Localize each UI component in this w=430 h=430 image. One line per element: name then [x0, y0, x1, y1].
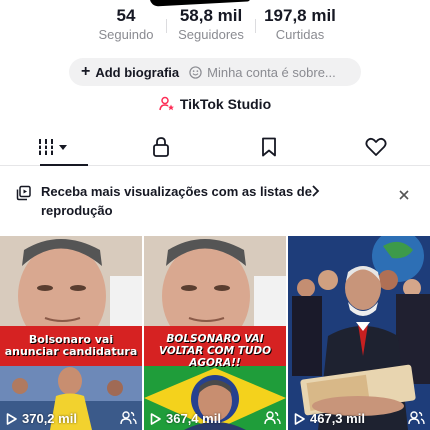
video-thumbnail[interactable]: Bolsonaro vai anunciar candidatura 370,2…: [0, 236, 142, 430]
playlist-icon: [16, 185, 31, 201]
view-count: 467,3 mil: [294, 411, 365, 426]
stat-following[interactable]: 54 Seguindo: [86, 6, 166, 44]
bio-bar: + Add biografia Minha conta é sobre...: [69, 58, 361, 86]
view-count-text: 367,4 mil: [166, 411, 221, 426]
view-count-text: 467,3 mil: [310, 411, 365, 426]
likes-count: 197,8 mil: [264, 6, 336, 25]
playlist-banner[interactable]: Receba mais visualizações com as listas …: [16, 182, 416, 222]
collab-icon: [120, 411, 137, 425]
tab-favorites[interactable]: [215, 128, 323, 165]
tiktok-studio-link[interactable]: TikTok Studio: [0, 94, 430, 114]
profile-stats: 54 Seguindo 58,8 mil Seguidores 197,8 mi…: [0, 6, 430, 44]
account-about-label: Minha conta é sobre...: [207, 64, 336, 80]
following-count: 54: [116, 6, 136, 25]
video-caption: BOLSONARO VAI VOLTAR COM TUDO AGORA!!: [144, 326, 286, 369]
lock-icon: [153, 136, 170, 157]
tab-private[interactable]: [108, 128, 216, 165]
video-thumbnail-image: [288, 236, 430, 430]
view-count: 370,2 mil: [6, 411, 77, 426]
play-icon: [6, 412, 17, 425]
video-grid: Bolsonaro vai anunciar candidatura 370,2…: [0, 236, 430, 430]
studio-label: TikTok Studio: [179, 96, 272, 112]
tab-videos[interactable]: [0, 128, 108, 166]
play-icon: [150, 412, 161, 425]
followers-label: Seguidores: [178, 27, 244, 42]
grid-dropdown-icon: [36, 138, 67, 155]
person-star-icon: [159, 96, 174, 111]
add-bio-button[interactable]: + Add biografia: [81, 64, 179, 80]
chevron-right-icon: [312, 185, 320, 197]
bookmark-icon: [261, 137, 276, 156]
close-icon[interactable]: [399, 190, 409, 200]
view-count-text: 370,2 mil: [22, 411, 77, 426]
collab-icon: [264, 411, 281, 425]
collab-icon: [408, 411, 425, 425]
smile-icon: [189, 65, 202, 79]
following-label: Seguindo: [98, 27, 154, 42]
add-bio-label: Add biografia: [95, 64, 180, 80]
video-thumbnail[interactable]: 467,3 mil: [288, 236, 430, 430]
video-thumbnail[interactable]: BOLSONARO VAI VOLTAR COM TUDO AGORA!! 36…: [144, 236, 286, 430]
video-caption: Bolsonaro vai anunciar candidatura: [0, 326, 142, 366]
profile-tabs: [0, 128, 430, 166]
stat-likes[interactable]: 197,8 mil Curtidas: [256, 6, 344, 44]
account-about-button[interactable]: Minha conta é sobre...: [189, 65, 336, 80]
tab-liked[interactable]: [323, 128, 430, 165]
banner-text: Receba mais visualizações com as listas …: [41, 184, 312, 218]
plus-icon: +: [81, 63, 91, 80]
stat-followers[interactable]: 58,8 mil Seguidores: [167, 6, 255, 44]
likes-label: Curtidas: [275, 27, 325, 42]
play-icon: [294, 412, 305, 425]
view-count: 367,4 mil: [150, 411, 221, 426]
heart-icon: [365, 137, 387, 156]
followers-count: 58,8 mil: [179, 6, 243, 25]
